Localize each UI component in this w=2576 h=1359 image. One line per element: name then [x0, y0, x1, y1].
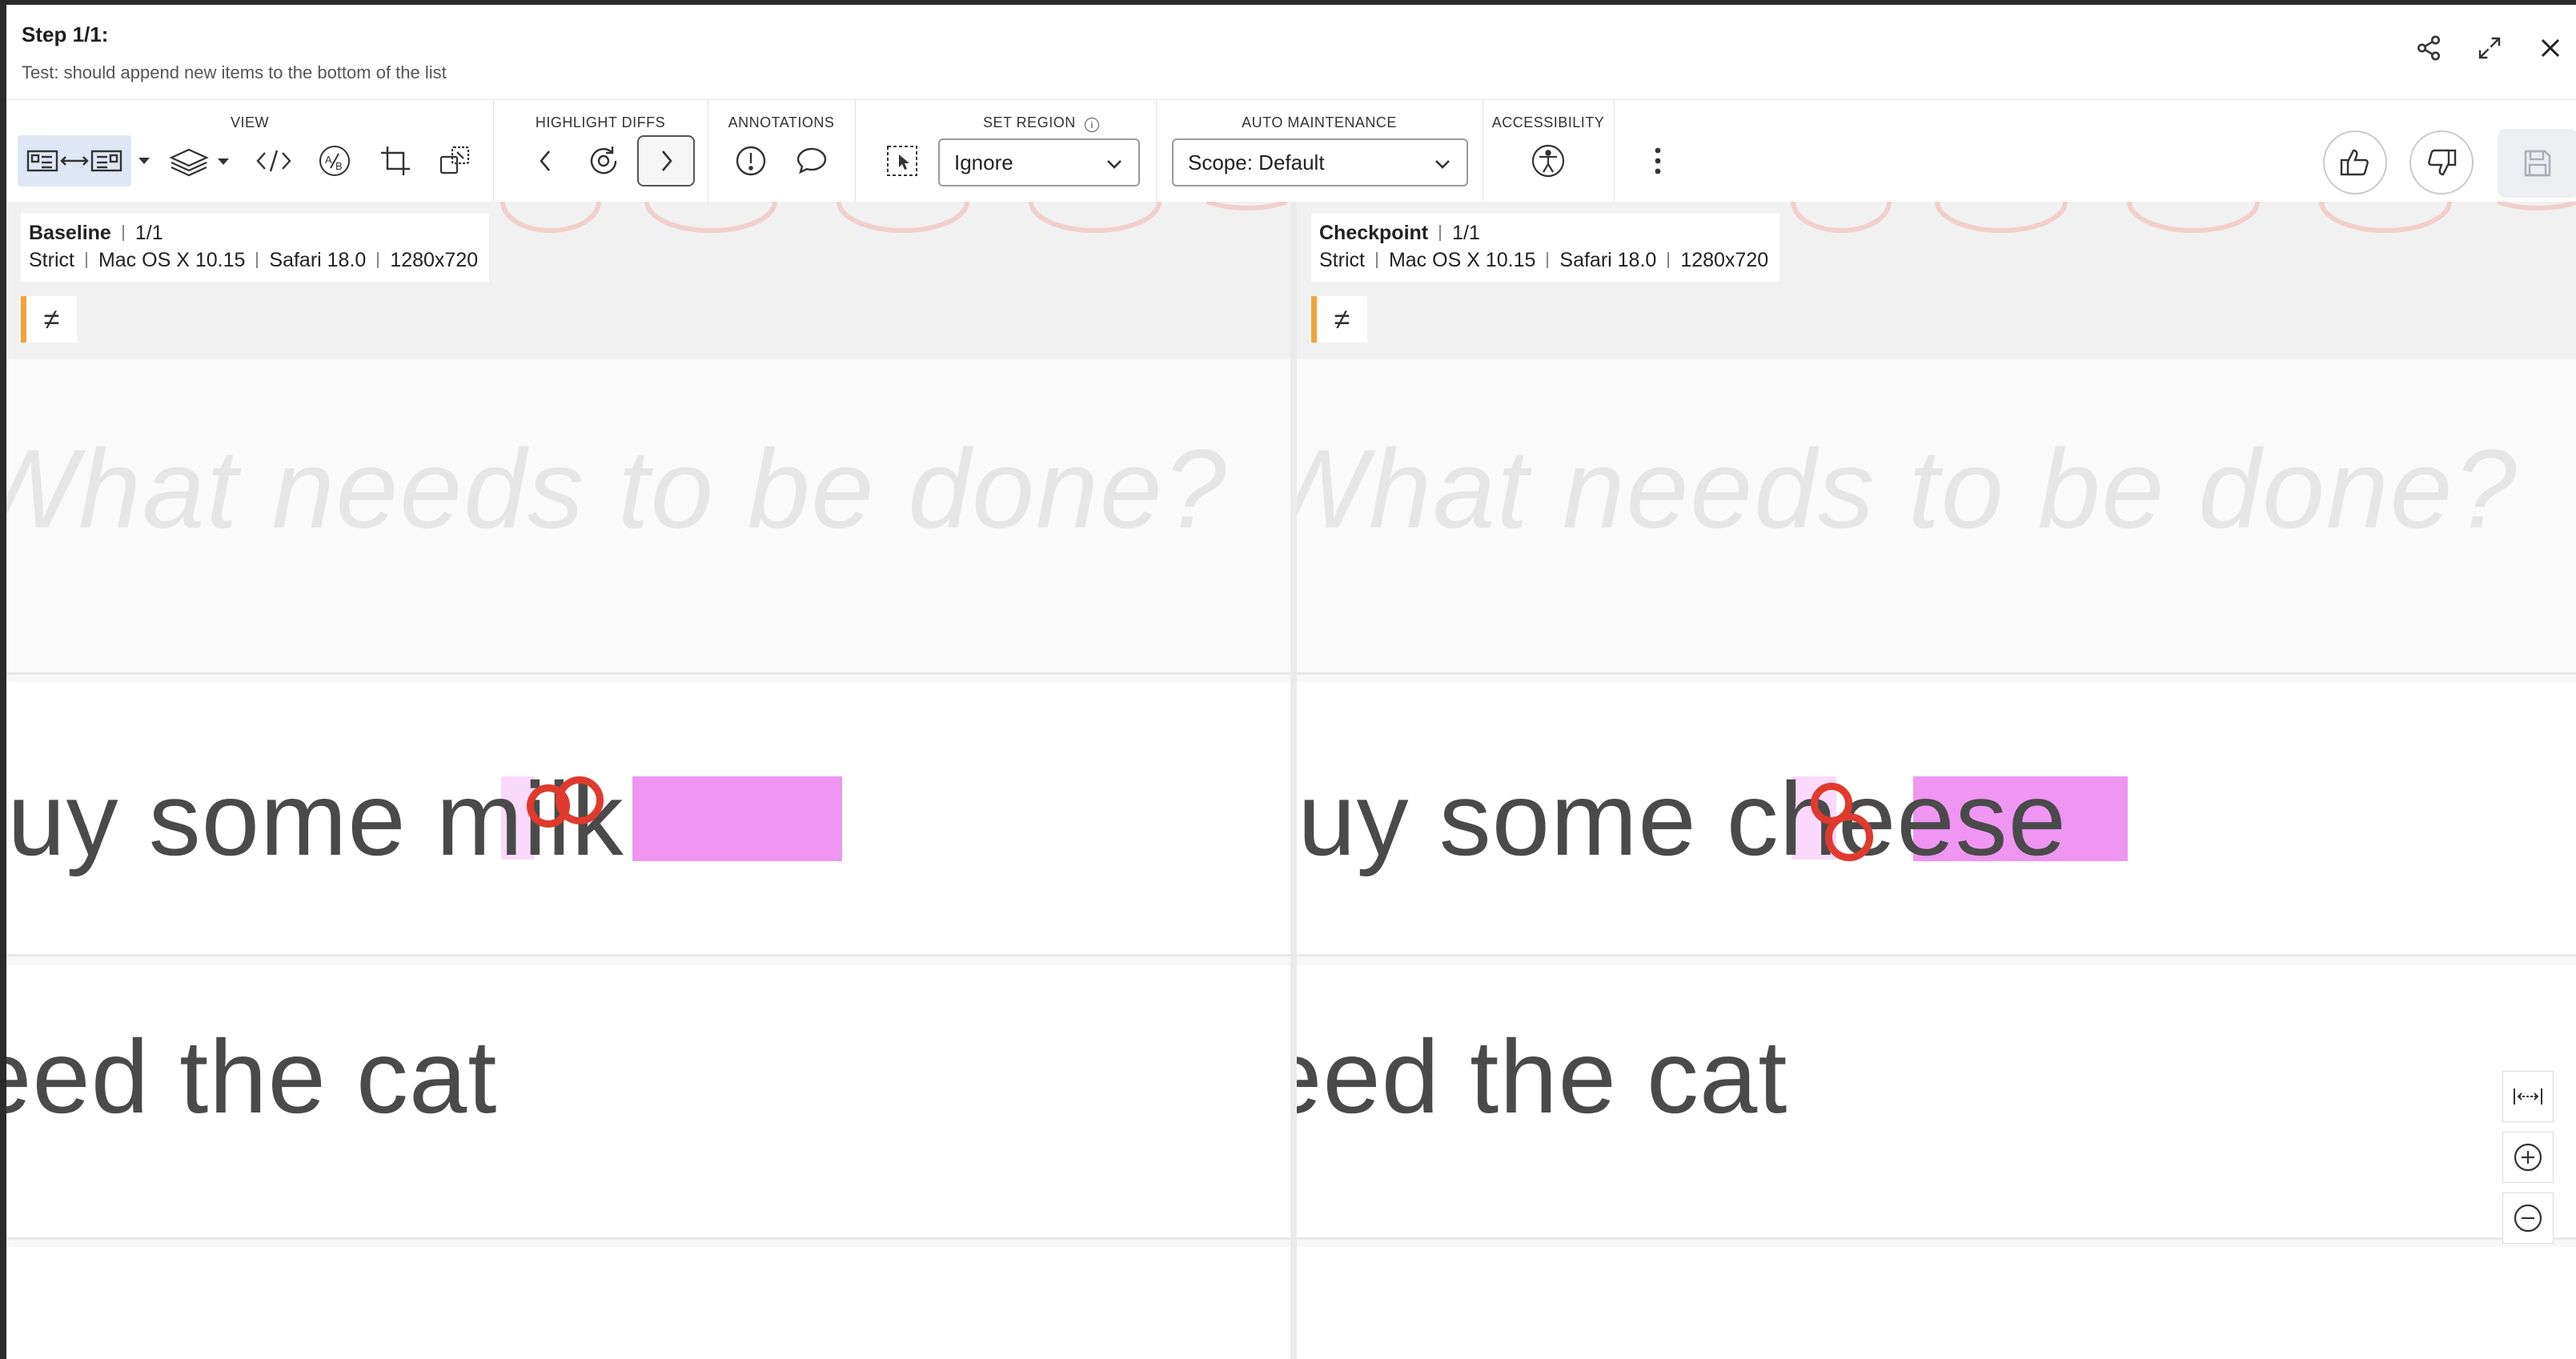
layers-icon[interactable]	[165, 135, 237, 186]
checkpoint-match-level: Strict	[1319, 249, 1365, 271]
checkpoint-placeholder-text: What needs to be done?	[1297, 426, 2518, 551]
baseline-item-row-1: buy some milk	[6, 682, 1290, 956]
checkpoint-item-2-text: feed the cat	[1297, 1018, 1788, 1135]
checkpoint-os: Mac OS X 10.15	[1388, 249, 1536, 271]
baseline-info: Baseline 1/1 Strict Mac OS X 10.15 Safari 1…	[21, 213, 490, 282]
checkpoint-count: 1/1	[1452, 222, 1480, 244]
baseline-os: Mac OS X 10.15	[98, 249, 246, 271]
auto-maintenance-label: AUTO MAINTENANCE	[1242, 114, 1397, 130]
baseline-count: 1/1	[134, 222, 163, 244]
baseline-match-level: Strict	[29, 249, 74, 271]
fit-width-icon[interactable]	[2502, 1071, 2554, 1122]
baseline-viewport: 1280x720	[390, 249, 479, 271]
svg-text:A: A	[325, 154, 332, 166]
next-diff-icon[interactable]	[637, 135, 695, 186]
faded-circles-decoration	[500, 202, 1287, 233]
view-group: VIEW AB	[6, 100, 494, 202]
more-options-icon[interactable]	[1638, 135, 1678, 186]
crop-icon[interactable]	[371, 135, 419, 186]
toolbar: VIEW AB HIGHLIGHT DIFFS ANNOTATIONS SET …	[6, 99, 2576, 203]
view-dropdown-caret-icon[interactable]	[133, 135, 155, 186]
modal-header: Step 1/1: Test: should append new items …	[6, 5, 2576, 99]
dom-view-icon[interactable]	[250, 135, 298, 186]
scope-select[interactable]: Scope: Default	[1172, 138, 1468, 186]
expand-icon[interactable]	[2470, 29, 2509, 67]
auto-maintenance-group: AUTO MAINTENANCE Scope: Default	[1156, 100, 1483, 202]
checkpoint-browser: Safari 18.0	[1559, 249, 1657, 271]
close-icon[interactable]	[2531, 29, 2570, 67]
info-icon[interactable]: i	[1085, 118, 1100, 132]
thumbs-down-icon[interactable]	[2409, 130, 2474, 194]
view-label: VIEW	[230, 114, 269, 130]
set-region-label-wrap: SET REGION i	[983, 114, 1100, 132]
region-select-icon[interactable]	[881, 135, 924, 186]
svg-text:B: B	[335, 160, 343, 172]
share-icon[interactable]	[2409, 29, 2448, 67]
zoom-in-icon[interactable]	[2502, 1132, 2554, 1183]
set-region-label: SET REGION	[983, 114, 1076, 130]
accessibility-label: ACCESSIBILITY	[1491, 114, 1605, 130]
baseline-item-row-2: feed the cat	[6, 965, 1290, 1240]
previous-diff-icon[interactable]	[522, 135, 570, 186]
step-modal: Step 1/1: Test: should append new items …	[6, 5, 2576, 1359]
checkpoint-item-row-2: feed the cat	[1297, 965, 2576, 1240]
checkpoint-panel[interactable]: Checkpoint 1/1 Strict Mac OS X 10.15 Safari…	[1297, 202, 2576, 1359]
baseline-title: Baseline	[29, 222, 111, 244]
checkpoint-info: Checkpoint 1/1 Strict Mac OS X 10.15 Safari…	[1311, 213, 1780, 282]
step-title: Step 1/1:	[22, 22, 109, 46]
region-type-value: Ignore	[954, 150, 1013, 174]
checkpoint-input-row: What needs to be done?	[1297, 360, 2576, 675]
checkpoint-title: Checkpoint	[1319, 222, 1429, 244]
highlight-diffs-icon[interactable]	[580, 135, 628, 186]
baseline-diff-ring	[556, 776, 604, 824]
highlight-diffs-group: HIGHLIGHT DIFFS	[493, 100, 708, 202]
set-region-group: SET REGION i Ignore	[855, 100, 1157, 202]
save-icon[interactable]	[2498, 129, 2576, 198]
overlay-compare-icon[interactable]	[431, 135, 479, 186]
baseline-item-2-text: feed the cat	[6, 1018, 498, 1135]
annotations-label: ANNOTATIONS	[728, 114, 835, 130]
baseline-placeholder-text: What needs to be done?	[6, 426, 1228, 551]
scope-value: Scope: Default	[1188, 150, 1325, 174]
checkpoint-item-row-3	[1297, 1247, 2576, 1359]
baseline-diff-highlight	[632, 776, 842, 861]
remark-icon[interactable]	[788, 135, 836, 186]
checkpoint-item-1-text: buy some cheese	[1297, 760, 2067, 877]
baseline-input-row: What needs to be done?	[6, 360, 1290, 675]
annotations-group: ANNOTATIONS	[708, 100, 856, 202]
side-by-side-view-button[interactable]	[18, 135, 131, 186]
issue-icon[interactable]	[727, 135, 775, 186]
thumbs-up-icon[interactable]	[2323, 130, 2387, 194]
checkpoint-diff-ring	[1825, 813, 1873, 861]
highlight-diffs-label: HIGHLIGHT DIFFS	[535, 114, 666, 130]
test-name: Test: should append new items to the bot…	[22, 62, 447, 82]
checkpoint-diff-badge[interactable]: ≠	[1311, 296, 1367, 343]
baseline-panel[interactable]: Baseline 1/1 Strict Mac OS X 10.15 Safari 1…	[6, 202, 1290, 1359]
checkpoint-viewport: 1280x720	[1680, 249, 1769, 271]
checkpoint-item-row-1: buy some cheese	[1297, 682, 2576, 956]
ab-compare-icon[interactable]: AB	[311, 135, 359, 186]
region-type-select[interactable]: Ignore	[938, 138, 1140, 186]
zoom-out-icon[interactable]	[2502, 1193, 2554, 1244]
accessibility-icon[interactable]	[1524, 135, 1572, 186]
baseline-browser: Safari 18.0	[269, 249, 367, 271]
chevron-down-icon	[1435, 160, 1450, 169]
panel-divider[interactable]	[1290, 202, 1297, 1359]
baseline-item-row-3	[6, 1247, 1290, 1359]
baseline-diff-badge[interactable]: ≠	[21, 296, 77, 343]
accessibility-group: ACCESSIBILITY	[1483, 100, 1615, 202]
faded-circles-decoration	[1791, 202, 2576, 233]
chevron-down-icon	[1107, 160, 1121, 169]
